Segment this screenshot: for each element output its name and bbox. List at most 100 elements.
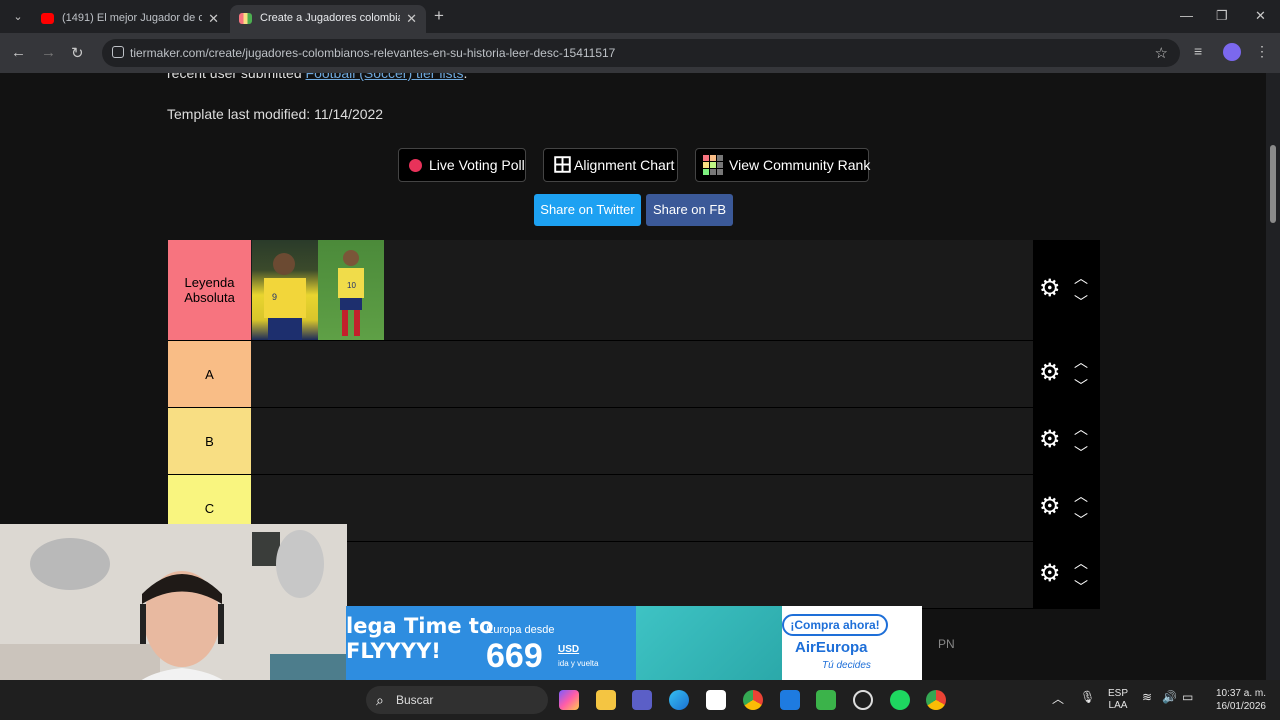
restore-icon[interactable]: ❐ bbox=[1216, 8, 1228, 24]
football-tier-lists-link[interactable]: Football (Soccer) tier lists bbox=[306, 73, 464, 81]
gear-icon[interactable]: ⚙ bbox=[1039, 562, 1061, 586]
page-scrollbar[interactable] bbox=[1266, 73, 1280, 680]
player-card-9[interactable]: 9 bbox=[252, 240, 318, 340]
record-icon bbox=[409, 159, 422, 172]
youtube-icon bbox=[41, 13, 54, 24]
tray-chevron-icon[interactable]: ︿ bbox=[1052, 690, 1064, 707]
clock-time: 10:37 a. m. bbox=[1215, 688, 1266, 699]
scrollbar-thumb[interactable] bbox=[1270, 145, 1276, 223]
battery-icon[interactable]: ▭ bbox=[1182, 690, 1193, 704]
ad-from-text: Europa desde bbox=[486, 624, 555, 636]
chrome-icon[interactable] bbox=[743, 690, 763, 710]
tier-label[interactable]: B bbox=[168, 408, 251, 474]
edge-icon[interactable] bbox=[669, 690, 689, 710]
bookmark-star-icon[interactable]: ☆ bbox=[1155, 44, 1168, 62]
ad-cta-button[interactable]: ¡Compra ahora! bbox=[782, 614, 888, 636]
tier-controls: ⚙ ︿ ﹀ bbox=[1033, 475, 1100, 541]
move-up-icon[interactable]: ︿ bbox=[1074, 352, 1088, 372]
tier-row: Leyenda Absoluta 9 10 ⚙ ︿ ﹀ bbox=[168, 240, 1100, 341]
search-icon: ⌕ bbox=[376, 692, 384, 708]
volume-icon[interactable]: 🔊 bbox=[1162, 690, 1177, 704]
wifi-icon[interactable]: ≋ bbox=[1142, 690, 1152, 704]
move-down-icon[interactable]: ﹀ bbox=[1074, 292, 1088, 312]
close-window-icon[interactable]: ✕ bbox=[1255, 8, 1266, 24]
move-down-icon[interactable]: ﹀ bbox=[1074, 443, 1088, 463]
tab-tiermaker[interactable]: Create a Jugadores colombiano ✕ bbox=[230, 5, 426, 33]
move-down-icon[interactable]: ﹀ bbox=[1074, 577, 1088, 597]
microphone-icon[interactable]: 🎙 bbox=[1080, 690, 1095, 704]
new-tab-icon[interactable]: + bbox=[434, 6, 444, 26]
app-icon[interactable] bbox=[780, 690, 800, 710]
profile-avatar[interactable] bbox=[1223, 43, 1241, 61]
view-community-rank-button[interactable]: View Community Rank bbox=[695, 148, 871, 182]
clock[interactable]: 10:37 a. m. 16/01/2026 bbox=[1210, 687, 1266, 713]
alignment-chart-button[interactable]: Alignment Chart bbox=[543, 148, 678, 182]
copilot-icon[interactable] bbox=[559, 690, 579, 710]
ad-price: 669 bbox=[486, 637, 543, 675]
tab-search-icon[interactable]: ⌄ bbox=[8, 7, 28, 27]
app-icon-green[interactable] bbox=[816, 690, 836, 710]
browser-toolbar: ← → ↻ tiermaker.com/create/jugadores-col… bbox=[0, 33, 1280, 73]
ad-pool-image bbox=[636, 606, 794, 680]
tab-youtube[interactable]: (1491) El mejor Jugador de cada ✕ bbox=[32, 5, 228, 33]
address-bar[interactable]: tiermaker.com/create/jugadores-colombian… bbox=[102, 39, 1180, 67]
gear-icon[interactable]: ⚙ bbox=[1039, 277, 1061, 301]
move-down-icon[interactable]: ﹀ bbox=[1074, 376, 1088, 396]
ad-slogan: Tú decides bbox=[822, 660, 871, 671]
overlay-text: PN bbox=[938, 637, 955, 651]
move-down-icon[interactable]: ﹀ bbox=[1074, 510, 1088, 530]
move-up-icon[interactable]: ︿ bbox=[1074, 268, 1088, 288]
menu-icon[interactable]: ⋮ bbox=[1255, 43, 1269, 60]
language-indicator[interactable]: ESP LAA bbox=[1108, 688, 1128, 712]
taskbar-search[interactable]: ⌕ Buscar bbox=[366, 686, 548, 714]
spotify-icon[interactable] bbox=[890, 690, 910, 710]
language-code: ESP bbox=[1108, 688, 1129, 699]
gear-icon[interactable]: ⚙ bbox=[1039, 428, 1061, 452]
close-tab-icon[interactable]: ✕ bbox=[208, 11, 219, 27]
gear-icon[interactable]: ⚙ bbox=[1039, 495, 1061, 519]
share-fb-button[interactable]: Share on FB bbox=[646, 194, 733, 226]
player-photo: 10 bbox=[338, 250, 364, 336]
store-icon[interactable] bbox=[706, 690, 726, 710]
move-up-icon[interactable]: ︿ bbox=[1074, 553, 1088, 573]
minimize-icon[interactable]: — bbox=[1180, 8, 1193, 23]
site-info-icon[interactable] bbox=[112, 46, 124, 58]
move-up-icon[interactable]: ︿ bbox=[1074, 486, 1088, 506]
live-voting-poll-label: Live Voting Poll bbox=[429, 157, 525, 173]
share-twitter-button[interactable]: Share on Twitter bbox=[534, 194, 641, 226]
gear-icon[interactable]: ⚙ bbox=[1039, 361, 1061, 385]
tier-controls: ⚙ ︿ ﹀ bbox=[1033, 408, 1100, 474]
tier-row: B ⚙ ︿ ﹀ bbox=[168, 408, 1100, 475]
file-explorer-icon[interactable] bbox=[596, 690, 616, 710]
media-icon[interactable]: ≡ bbox=[1194, 43, 1202, 59]
close-tab-icon[interactable]: ✕ bbox=[406, 11, 417, 27]
svg-text:9: 9 bbox=[272, 292, 277, 302]
back-icon[interactable]: ← bbox=[11, 44, 26, 61]
template-modified: Template last modified: 11/14/2022 bbox=[167, 106, 384, 122]
teams-icon[interactable] bbox=[632, 690, 652, 710]
ad-headline: lega Time to FLYYYY! bbox=[346, 614, 493, 664]
search-placeholder: Buscar bbox=[396, 693, 434, 707]
move-up-icon[interactable]: ︿ bbox=[1074, 419, 1088, 439]
view-community-rank-label: View Community Rank bbox=[729, 157, 871, 173]
tier-grid-icon bbox=[703, 155, 723, 175]
windows-taskbar: ⌕ Buscar ︿ 🎙 ESP LAA ≋ 🔊 ▭ 10:37 a. m. 1… bbox=[0, 680, 1280, 720]
forward-icon[interactable]: → bbox=[41, 44, 56, 61]
live-voting-poll-button[interactable]: Live Voting Poll bbox=[398, 148, 526, 182]
tiermaker-icon bbox=[239, 13, 252, 24]
svg-text:10: 10 bbox=[347, 281, 356, 290]
keyboard-layout: LAA bbox=[1108, 700, 1128, 711]
tier-label[interactable]: Leyenda Absoluta bbox=[168, 240, 251, 340]
reload-icon[interactable]: ↻ bbox=[71, 44, 84, 62]
intro-text: recent user submitted Football (Soccer) … bbox=[167, 73, 467, 81]
player-card-10[interactable]: 10 bbox=[318, 240, 384, 340]
ad-currency: USD bbox=[558, 644, 580, 655]
clock-date: 16/01/2026 bbox=[1215, 701, 1266, 712]
ad-trip: ida y vuelta bbox=[558, 659, 599, 668]
player-photo: 9 bbox=[264, 253, 306, 340]
tier-label[interactable]: A bbox=[168, 341, 251, 407]
ad-banner[interactable]: lega Time to FLYYYY! Europa desde 669 US… bbox=[346, 606, 922, 680]
grid-icon bbox=[554, 156, 571, 173]
chrome-active-icon[interactable] bbox=[926, 690, 946, 710]
obs-icon[interactable] bbox=[853, 690, 873, 710]
